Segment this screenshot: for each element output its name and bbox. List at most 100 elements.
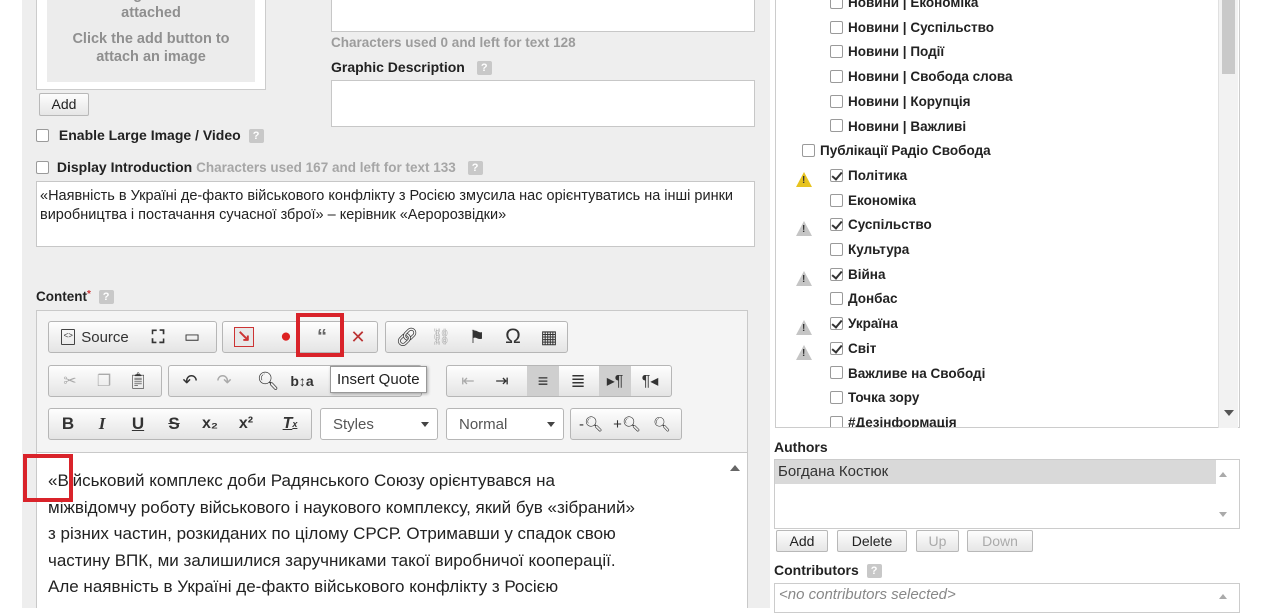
title-textarea[interactable]: [331, 0, 755, 32]
warning-icon: [796, 270, 812, 286]
category-label: Новини | Події: [848, 44, 945, 60]
categories-scrollbar[interactable]: [1218, 0, 1238, 428]
enable-large-checkbox[interactable]: [36, 128, 49, 142]
category-label: Публікації Радіо Свобода: [820, 143, 991, 159]
category-checkbox[interactable]: [830, 0, 843, 9]
category-checkbox[interactable]: [830, 94, 843, 108]
category-checkbox[interactable]: [830, 70, 843, 84]
category-item: Війна: [796, 266, 886, 286]
author-item[interactable]: Богдана Костюк: [775, 460, 1216, 484]
introduction-textarea[interactable]: «Наявність в Україні де-факто військовог…: [36, 181, 755, 247]
category-item: Політика: [796, 168, 907, 187]
help-icon[interactable]: ?: [866, 564, 882, 579]
warning-icon: [796, 320, 812, 336]
scroll-up-arrow[interactable]: [1219, 590, 1227, 599]
editor-text[interactable]: «Військовий комплекс доби Радянського Со…: [48, 468, 728, 601]
superscript-icon[interactable]: x²: [231, 409, 261, 439]
underline-icon[interactable]: U: [123, 409, 153, 439]
category-checkbox[interactable]: [830, 267, 843, 281]
zoom-out-icon[interactable]: -🔍︎: [575, 409, 607, 439]
scroll-down-arrow[interactable]: [1219, 512, 1227, 521]
paste-icon[interactable]: 📋︎: [123, 366, 153, 396]
undo-icon[interactable]: ↶: [175, 366, 205, 396]
help-icon[interactable]: ?: [476, 61, 492, 76]
italic-icon[interactable]: I: [87, 409, 117, 439]
align-left-icon[interactable]: ≡: [527, 366, 559, 396]
add-image-button[interactable]: Add: [39, 93, 89, 116]
category-checkbox[interactable]: [830, 193, 843, 207]
zoom-reset-icon[interactable]: 🔍︎: [647, 409, 677, 439]
anchor-flag-icon[interactable]: ⚑: [462, 322, 492, 352]
redo-icon[interactable]: ↷: [209, 366, 239, 396]
graphic-description-textarea[interactable]: [331, 80, 755, 127]
cursor-highlight-frame: [23, 454, 73, 502]
ltr-icon[interactable]: ▸¶: [599, 366, 631, 396]
remove-format-icon[interactable]: Tx: [275, 409, 305, 439]
scroll-up-arrow[interactable]: [730, 460, 740, 471]
subscript-icon[interactable]: x₂: [195, 409, 225, 439]
category-item: Новини | Події: [808, 44, 944, 59]
category-label: Війна: [848, 266, 886, 282]
scrollbar-thumb[interactable]: [1222, 0, 1235, 74]
help-icon[interactable]: ?: [98, 290, 114, 305]
table-icon[interactable]: ▦: [534, 322, 564, 352]
category-label: Донбас: [848, 291, 898, 307]
category-item: Донбас: [808, 291, 898, 306]
category-label: Важливе на Свободі: [848, 365, 986, 381]
category-checkbox[interactable]: [830, 218, 843, 232]
contributors-list[interactable]: <no contributors selected>: [774, 583, 1240, 613]
authors-list[interactable]: Богдана Костюк: [774, 459, 1240, 529]
copy-icon[interactable]: ❐: [89, 366, 119, 396]
contributors-placeholder: <no contributors selected>: [779, 586, 956, 603]
category-item: Культура: [808, 242, 909, 257]
unlink-icon[interactable]: ⛓: [426, 322, 456, 352]
category-checkbox[interactable]: [830, 415, 843, 427]
indent-icon[interactable]: ⇥: [487, 366, 517, 396]
category-checkbox[interactable]: [830, 317, 843, 331]
introduction-text: «Наявність в Україні де-факто військовог…: [40, 188, 734, 223]
category-checkbox[interactable]: [830, 168, 843, 182]
author-up-button[interactable]: Up: [916, 530, 959, 552]
category-checkbox[interactable]: [802, 144, 815, 158]
display-intro-label: Display Introduction: [56, 159, 193, 175]
replace-icon[interactable]: b↕a: [287, 366, 317, 396]
styles-dropdown[interactable]: Styles: [320, 408, 438, 440]
rtl-icon[interactable]: ¶◂: [635, 366, 665, 396]
help-icon[interactable]: ?: [467, 161, 483, 176]
strikethrough-icon[interactable]: S: [159, 409, 189, 439]
outdent-icon[interactable]: ⇤: [453, 366, 483, 396]
cut-icon[interactable]: ✂: [55, 366, 85, 396]
format-dropdown[interactable]: Normal: [446, 408, 564, 440]
zoom-in-icon[interactable]: +🔍︎: [611, 409, 643, 439]
author-down-button[interactable]: Down: [967, 530, 1033, 552]
align-right-icon[interactable]: ≣: [563, 366, 593, 396]
display-intro-checkbox[interactable]: [36, 160, 49, 174]
scroll-down-arrow[interactable]: [1224, 410, 1234, 421]
highlight-frame: [296, 313, 344, 357]
source-button[interactable]: <> Source: [55, 322, 135, 352]
category-checkbox[interactable]: [830, 366, 843, 380]
category-checkbox[interactable]: [830, 45, 843, 59]
category-checkbox[interactable]: [830, 292, 843, 306]
category-checkbox[interactable]: [830, 391, 843, 405]
category-checkbox[interactable]: [830, 119, 843, 133]
author-add-button[interactable]: Add: [776, 530, 828, 552]
author-delete-button[interactable]: Delete: [837, 530, 907, 552]
show-blocks-icon[interactable]: ▭: [177, 322, 207, 352]
bold-icon[interactable]: B: [53, 409, 83, 439]
find-icon[interactable]: 🔍︎: [253, 366, 283, 396]
unlink-media-icon[interactable]: ✕: [343, 322, 373, 352]
category-checkbox[interactable]: [830, 20, 843, 34]
content-line: Але наявність в Україні де-факто військо…: [48, 577, 559, 596]
link-icon[interactable]: 🔗︎: [392, 322, 422, 352]
content-line: частину ВПК, ми залишилися заручниками т…: [48, 550, 616, 570]
scroll-up-arrow[interactable]: [1219, 468, 1227, 477]
category-label: Новини | Суспільство: [848, 19, 995, 35]
category-checkbox[interactable]: [830, 242, 843, 256]
category-label: Світ: [848, 340, 877, 356]
special-char-icon[interactable]: Ω: [498, 322, 528, 352]
maximize-icon[interactable]: ⛶: [143, 322, 173, 352]
help-icon[interactable]: ?: [248, 129, 264, 144]
category-checkbox[interactable]: [830, 341, 843, 355]
import-icon[interactable]: ↘: [229, 322, 259, 352]
